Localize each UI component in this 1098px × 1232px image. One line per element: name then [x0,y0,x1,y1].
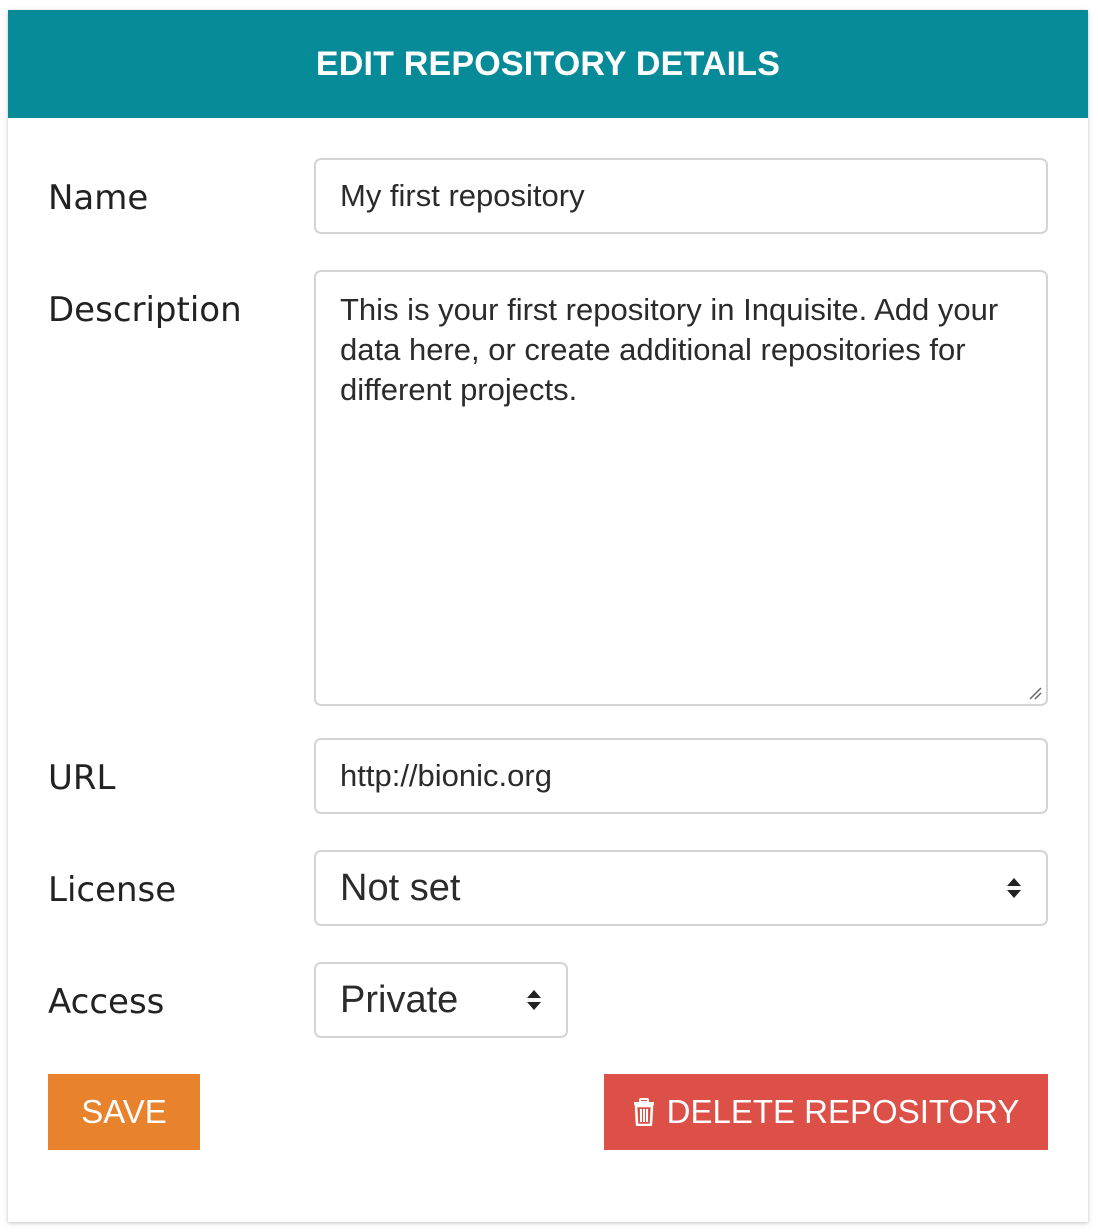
access-label: Access [48,982,165,1022]
delete-repository-button-label: DELETE REPOSITORY [666,1093,1020,1130]
description-label: Description [48,290,242,330]
description-textarea[interactable]: This is your first repository in Inquisi… [314,270,1048,706]
delete-repository-button[interactable]: DELETE REPOSITORY [604,1074,1048,1150]
description-textarea-value: This is your first repository in Inquisi… [340,292,999,407]
access-select[interactable]: Private [314,962,568,1038]
name-input-value: My first repository [340,178,585,213]
edit-repository-panel: EDIT REPOSITORY DETAILS Name My first re… [8,10,1088,1222]
panel-title: EDIT REPOSITORY DETAILS [8,10,1088,118]
license-select-value: Not set [340,866,461,909]
access-select-value: Private [340,978,459,1021]
name-label: Name [48,178,149,218]
license-select[interactable]: Not set [314,850,1048,926]
trash-icon [633,1098,654,1126]
url-input[interactable]: http://bionic.org [314,738,1048,814]
save-button[interactable]: SAVE [48,1074,200,1150]
url-input-value: http://bionic.org [340,758,552,793]
license-label: License [48,870,177,910]
name-input[interactable]: My first repository [314,158,1048,234]
resize-handle-icon[interactable] [1028,686,1042,700]
save-button-label: SAVE [81,1093,167,1130]
select-arrows-icon [1007,878,1021,898]
select-arrows-icon [527,990,541,1010]
url-label: URL [48,758,116,798]
